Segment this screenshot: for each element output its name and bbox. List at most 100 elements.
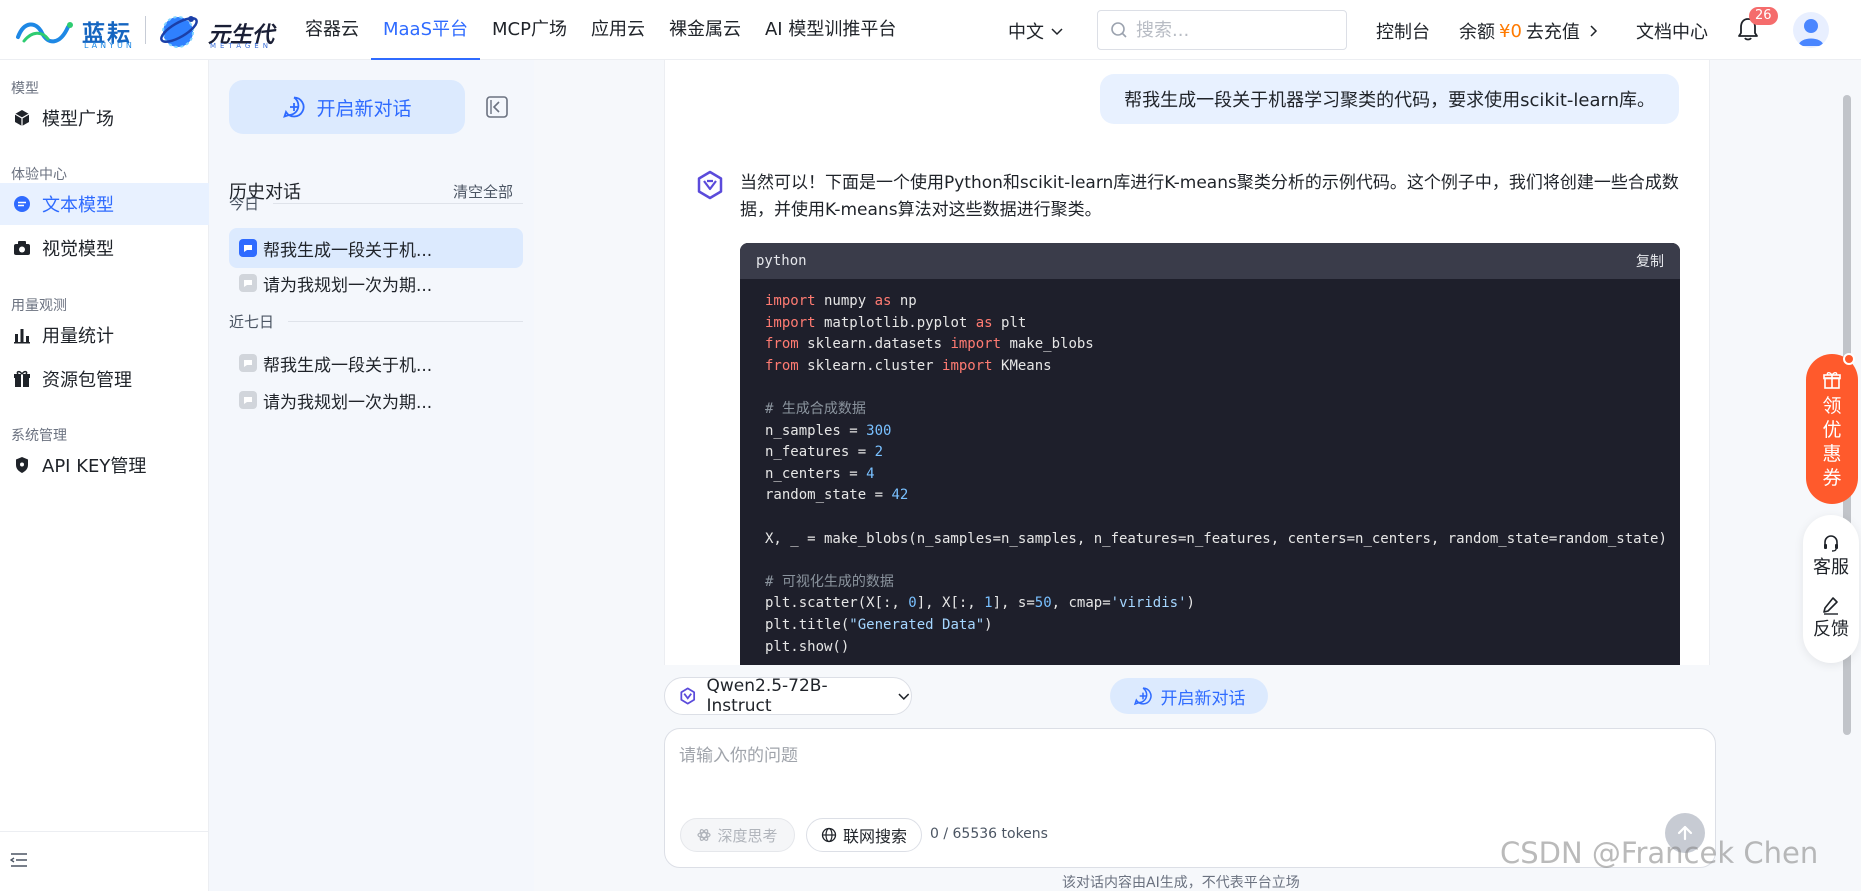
sidebar-item-vision-model[interactable]: 视觉模型 — [0, 227, 209, 269]
customer-service-label: 客服 — [1813, 557, 1849, 578]
sidebar-item-label: 视觉模型 — [42, 239, 114, 260]
collapse-panel-icon[interactable] — [485, 95, 509, 119]
user-avatar-icon — [1798, 19, 1824, 46]
sidebar-group-label: 系统管理 — [11, 428, 67, 444]
sidebar-item-resource-pack[interactable]: 资源包管理 — [0, 358, 209, 400]
feedback-button[interactable]: 反馈 — [1803, 595, 1859, 641]
sidebar-footer — [0, 831, 209, 891]
chat-bubble-icon — [239, 274, 257, 292]
shield-icon — [16, 457, 28, 473]
sidebar-item-api-key[interactable]: API KEY管理 — [0, 444, 209, 486]
lanyun-logo-subtext: LANYUN — [84, 41, 135, 50]
nav-item-container-cloud[interactable]: 容器云 — [293, 0, 371, 60]
sidebar-item-label: 资源包管理 — [42, 370, 132, 391]
chevron-down-icon — [1051, 28, 1063, 36]
edit-icon — [1823, 597, 1838, 615]
chat-bubble-icon — [239, 354, 257, 372]
headset-icon — [1824, 535, 1838, 552]
history-item[interactable]: 请为我规划一次为期... — [229, 380, 523, 420]
notification-badge: 26 — [1749, 7, 1778, 25]
floating-tools: 客服 反馈 — [1803, 515, 1859, 663]
lanyun-logo-icon — [16, 22, 73, 44]
logo-divider — [145, 16, 146, 44]
code-block: python 复制 import numpy as np import matp… — [740, 243, 1680, 665]
chevron-right-icon — [1590, 25, 1597, 37]
history-item[interactable]: 帮我生成一段关于机... — [229, 343, 523, 383]
code-language: python — [756, 253, 807, 269]
model-name: Qwen2.5-72B-Instruct — [706, 676, 828, 716]
new-chat-button[interactable]: 开启新对话 — [229, 80, 465, 134]
ai-disclaimer: 该对话内容由AI生成，不代表平台立场 — [1062, 875, 1300, 891]
web-search-toggle[interactable]: 联网搜索 — [806, 818, 922, 852]
metagen-logo[interactable]: 元生代 METAGEN — [158, 8, 283, 52]
token-counter: 0 / 65536 tokens — [930, 826, 1048, 842]
section-label: 今日 — [229, 195, 260, 213]
history-item-title: 请为我规划一次为期... — [263, 275, 433, 296]
chat-plus-icon — [1133, 687, 1152, 706]
balance-area[interactable]: 余额 ¥0 去充值 — [1459, 18, 1600, 44]
sidebar-item-label: API KEY管理 — [42, 456, 147, 477]
sidebar-item-label: 文本模型 — [42, 195, 114, 216]
sidebar-item-model-square[interactable]: 模型广场 — [0, 97, 209, 139]
sidebar-item-usage-stats[interactable]: 用量统计 — [0, 314, 209, 356]
csdn-watermark: CSDN @Francek Chen — [1500, 836, 1819, 870]
user-avatar[interactable] — [1793, 12, 1829, 48]
model-selector[interactable]: Qwen2.5-72B-Instruct — [664, 676, 912, 716]
section-label: 近七日 — [229, 313, 275, 331]
nav-item-bare-metal[interactable]: 裸金属云 — [657, 0, 753, 60]
console-link[interactable]: 控制台 — [1376, 18, 1430, 44]
new-chat-pill-label: 开启新对话 — [1160, 688, 1246, 709]
bar-chart-icon — [14, 329, 30, 344]
code-content: import numpy as np import matplotlib.pyp… — [765, 293, 1667, 655]
camera-icon — [14, 241, 30, 255]
deep-think-label: 深度思考 — [717, 826, 778, 845]
balance-amount: ¥0 — [1499, 20, 1522, 42]
docs-link[interactable]: 文档中心 — [1636, 18, 1708, 44]
lanyun-logo[interactable]: 蓝耘 LANYUN — [14, 11, 149, 51]
history-item[interactable]: 帮我生成一段关于机... — [229, 228, 523, 268]
feedback-label: 反馈 — [1813, 619, 1849, 640]
assistant-message: 当然可以！下面是一个使用Python和scikit-learn库进行K-mean… — [740, 173, 1679, 220]
sidebar-group-label: 用量观测 — [11, 298, 67, 314]
chat-bubble-icon — [14, 196, 30, 212]
chat-main: 帮我生成一段关于机器学习聚类的代码，要求使用scikit-learn库。 当然可… — [534, 60, 1861, 891]
atom-icon — [697, 829, 712, 841]
search-input[interactable] — [1136, 19, 1326, 41]
main-nav: 容器云 MaaS平台 MCP广场 应用云 裸金属云 AI 模型训推平台 — [293, 0, 908, 60]
history-section-today: 今日 — [229, 193, 523, 214]
globe-icon — [821, 827, 837, 843]
sidebar-item-label: 用量统计 — [42, 326, 114, 347]
metagen-logo-icon — [160, 16, 198, 48]
sidebar-item-text-model[interactable]: 文本模型 — [0, 183, 209, 225]
qwen-logo-icon — [680, 687, 696, 705]
search-icon — [1111, 22, 1127, 38]
recharge-link[interactable]: 去充值 — [1526, 18, 1580, 44]
nav-item-mcp[interactable]: MCP广场 — [480, 0, 579, 60]
coupon-button[interactable]: 领优惠券 — [1806, 354, 1858, 504]
nav-item-maas[interactable]: MaaS平台 — [371, 0, 481, 60]
language-label: 中文 — [1008, 22, 1044, 43]
web-search-label: 联网搜索 — [842, 827, 907, 846]
gift-icon — [14, 370, 30, 387]
chat-plus-icon — [283, 96, 305, 118]
deep-think-toggle[interactable]: 深度思考 — [680, 818, 795, 852]
chat-messages: 帮我生成一段关于机器学习聚类的代码，要求使用scikit-learn库。 当然可… — [664, 60, 1710, 665]
history-item-title: 帮我生成一段关于机... — [263, 240, 433, 261]
balance-label: 余额 — [1459, 22, 1495, 43]
history-item[interactable]: 请为我规划一次为期... — [229, 263, 523, 303]
search-box[interactable] — [1097, 10, 1347, 50]
left-sidebar: 模型 模型广场 体验中心 文本模型 视觉模型 用量观测 用量统计 资源包管理 系… — [0, 60, 209, 891]
nav-item-ai-training[interactable]: AI 模型训推平台 — [753, 0, 908, 60]
collapse-menu-icon[interactable] — [10, 852, 28, 868]
chat-bubble-icon — [239, 391, 257, 409]
customer-service-button[interactable]: 客服 — [1803, 533, 1859, 579]
metagen-logo-subtext: METAGEN — [210, 42, 272, 50]
copy-code-button[interactable]: 复制 — [1636, 251, 1664, 271]
new-chat-pill-button[interactable]: 开启新对话 — [1110, 678, 1268, 714]
qwen-logo-icon — [697, 170, 723, 200]
history-panel: 开启新对话 历史对话 清空全部 今日 帮我生成一段关于机... 请为我规划一次为… — [209, 60, 534, 891]
message-input[interactable] — [679, 741, 1679, 801]
cube-icon — [14, 110, 30, 126]
language-selector[interactable]: 中文 — [1008, 18, 1064, 44]
nav-item-app-cloud[interactable]: 应用云 — [579, 0, 657, 60]
